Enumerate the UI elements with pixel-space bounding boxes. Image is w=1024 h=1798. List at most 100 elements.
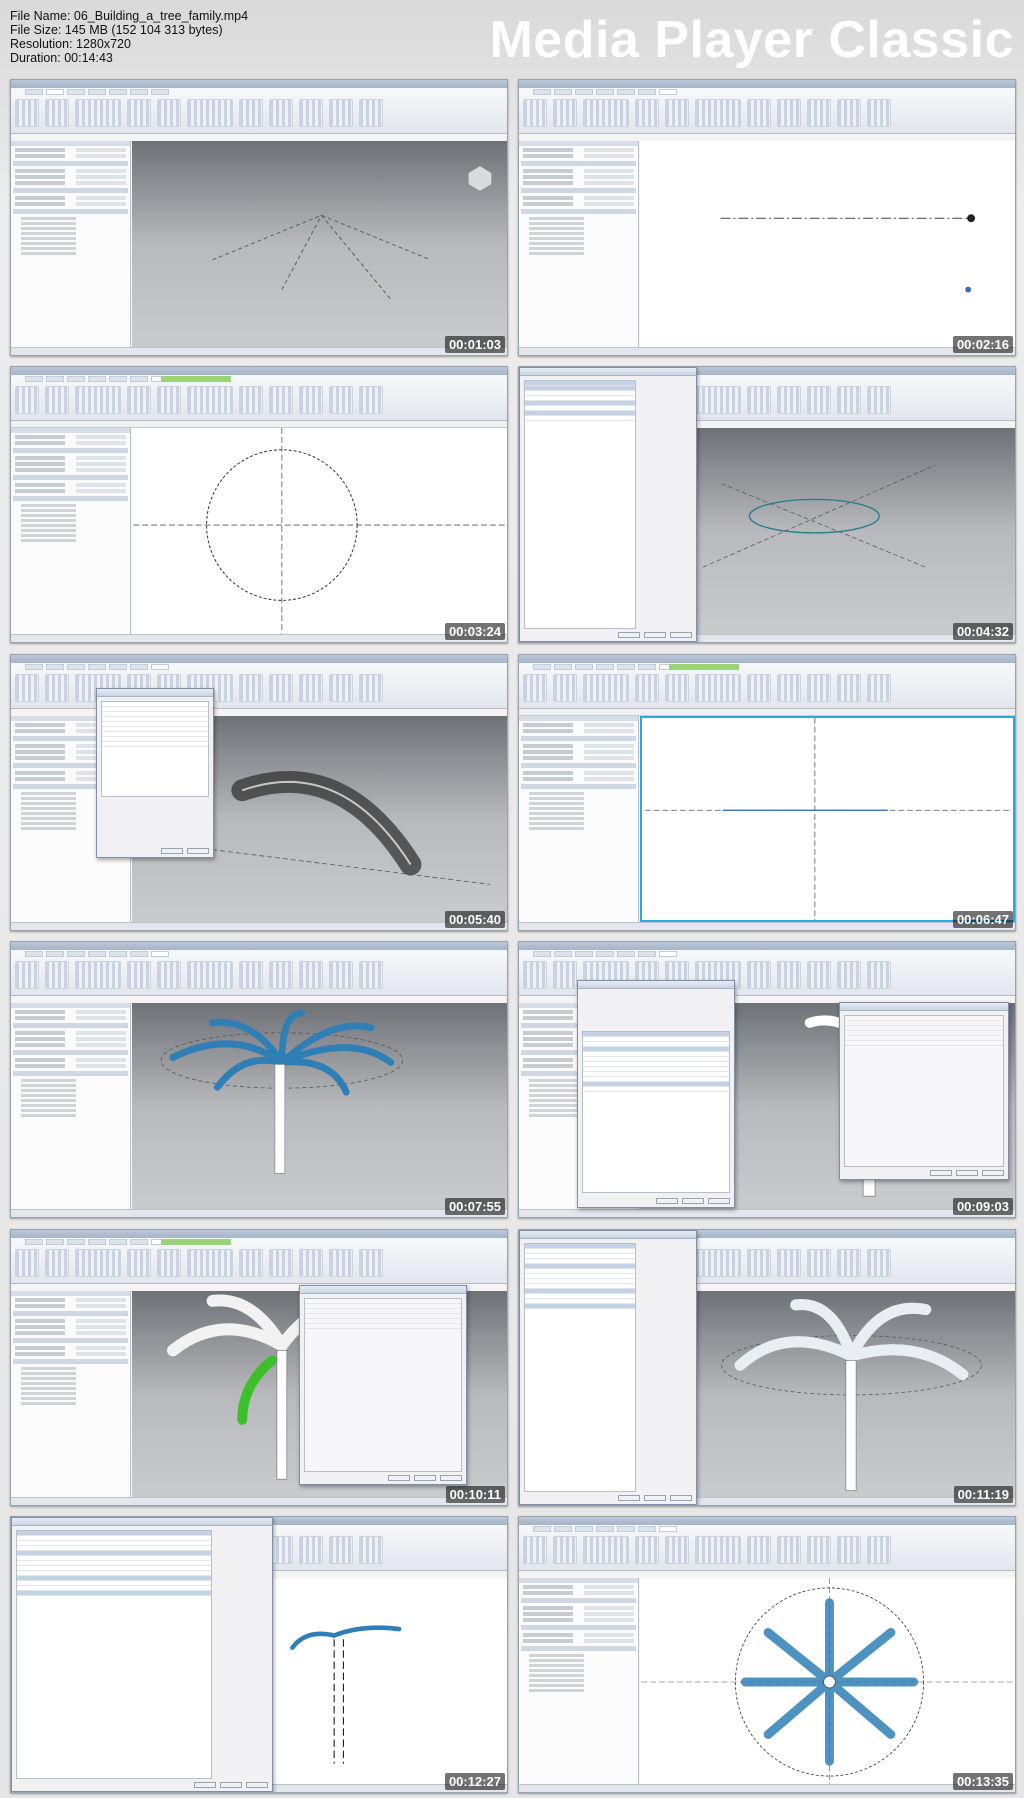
status-bar <box>519 347 1015 355</box>
timestamp: 00:13:35 <box>952 1772 1013 1790</box>
status-bar <box>11 634 507 643</box>
timestamp: 00:03:24 <box>444 623 505 641</box>
thumbnail-grid: 00:01:03 00:02:16 00:03:24 00:04:32 00:0… <box>10 79 1016 1793</box>
elevation-viewport[interactable] <box>640 141 1015 347</box>
family-types-dialog[interactable] <box>519 367 697 643</box>
3d-viewport[interactable] <box>132 1003 507 1210</box>
apply-button[interactable] <box>246 1781 268 1788</box>
properties-panel <box>11 1003 131 1210</box>
thumbnail-6[interactable]: 00:06:47 <box>518 653 1016 931</box>
status-bar <box>519 921 1015 930</box>
parameter-table <box>16 1529 212 1779</box>
reference-planes-drawing <box>212 165 493 300</box>
ok-button[interactable] <box>618 632 640 639</box>
apply-button[interactable] <box>670 1494 692 1501</box>
parameter-form[interactable] <box>304 1297 462 1472</box>
file-size-line: File Size: 145 MB (152 104 313 bytes) <box>10 23 223 37</box>
dialog-titlebar <box>840 1003 1008 1012</box>
dialog-titlebar <box>578 981 734 990</box>
ribbon <box>11 950 507 997</box>
timestamp: 00:04:32 <box>952 623 1013 641</box>
thumbnail-5[interactable]: 00:05:40 <box>10 653 508 931</box>
timestamp: 00:01:03 <box>444 336 505 353</box>
help-button[interactable] <box>982 1170 1004 1177</box>
properties-panel <box>519 1577 639 1784</box>
viewcube-icon <box>467 165 493 193</box>
status-bar <box>11 921 507 930</box>
status-bar <box>519 1209 1015 1218</box>
status-bar <box>519 1783 1015 1792</box>
thumbnail-10[interactable]: 00:11:19 <box>518 1228 1016 1506</box>
thumbnail-2[interactable]: 00:02:16 <box>518 79 1016 356</box>
properties-panel <box>11 141 131 347</box>
window-titlebar <box>11 367 507 376</box>
apply-button[interactable] <box>670 632 692 639</box>
help-button[interactable] <box>440 1474 462 1481</box>
plan-viewport[interactable] <box>640 1577 1015 1784</box>
cancel-button[interactable] <box>187 847 209 854</box>
timestamp: 00:10:11 <box>445 1485 505 1503</box>
category-list[interactable] <box>101 700 209 797</box>
3d-viewport[interactable] <box>132 141 507 347</box>
cancel-button[interactable] <box>220 1781 242 1788</box>
window-titlebar <box>11 654 507 663</box>
ribbon <box>519 1524 1015 1571</box>
ribbon <box>11 88 507 134</box>
plan-viewport[interactable] <box>132 428 507 635</box>
dialog-titlebar <box>12 1517 272 1526</box>
temporary-hide-viewport[interactable] <box>640 715 1015 922</box>
cancel-button[interactable] <box>414 1474 436 1481</box>
thumbnail-8[interactable]: 00:09:03 <box>518 941 1016 1219</box>
apply-button[interactable] <box>708 1198 730 1205</box>
timestamp: 00:06:47 <box>952 910 1013 928</box>
ok-button[interactable] <box>194 1781 216 1788</box>
thumbnail-12[interactable]: 00:13:35 <box>518 1515 1016 1793</box>
timestamp: 00:02:16 <box>952 336 1013 353</box>
parameter-properties-dialog[interactable] <box>299 1284 467 1485</box>
resolution-line: Resolution: 1280x720 <box>10 37 131 51</box>
reference-circle-drawing <box>133 428 506 635</box>
ok-button[interactable] <box>388 1474 410 1481</box>
timestamp: 00:07:55 <box>444 1198 505 1216</box>
thumbnail-4[interactable]: 00:04:32 <box>518 366 1016 644</box>
parameter-properties-dialog[interactable] <box>839 1002 1009 1181</box>
file-info-header: File Name: 06_Building_a_tree_family.mp4… <box>0 0 1024 76</box>
thumbnail-9[interactable]: 00:10:11 <box>10 1228 508 1506</box>
properties-panel <box>519 141 639 347</box>
palm-tree-drawing <box>160 1009 404 1174</box>
family-types-dialog[interactable] <box>11 1516 273 1792</box>
thumbnail-7[interactable]: 00:07:55 <box>10 941 508 1219</box>
dialog-titlebar <box>520 1230 696 1239</box>
family-category-dialog[interactable] <box>96 687 214 858</box>
window-titlebar <box>519 80 1015 88</box>
cancel-button[interactable] <box>682 1198 704 1205</box>
thumbnail-1[interactable]: 00:01:03 <box>10 79 508 356</box>
timestamp: 00:11:19 <box>953 1485 1013 1503</box>
status-bar <box>11 347 507 355</box>
window-titlebar <box>519 654 1015 663</box>
options-bar <box>11 421 507 429</box>
cancel-button[interactable] <box>644 1494 666 1501</box>
window-titlebar <box>11 1229 507 1238</box>
thumbnail-3[interactable]: 00:03:24 <box>10 366 508 644</box>
ok-button[interactable] <box>618 1494 640 1501</box>
window-titlebar <box>11 80 507 88</box>
timestamp: 00:12:27 <box>444 1772 505 1790</box>
dialog-titlebar <box>300 1285 466 1294</box>
tree-frond-icon <box>231 770 422 876</box>
ok-button[interactable] <box>930 1170 952 1177</box>
parameter-form[interactable] <box>844 1015 1004 1168</box>
type-properties-dialog[interactable] <box>577 980 735 1209</box>
ok-button[interactable] <box>656 1198 678 1205</box>
options-bar <box>519 708 1015 716</box>
window-titlebar <box>519 1516 1015 1525</box>
file-name-line: File Name: 06_Building_a_tree_family.mp4 <box>10 9 249 23</box>
timestamp: 00:05:40 <box>444 910 505 928</box>
family-types-dialog[interactable] <box>519 1229 697 1505</box>
timestamp: 00:09:03 <box>952 1198 1013 1216</box>
thumbnail-11[interactable]: 00:12:27 <box>10 1515 508 1793</box>
dialog-titlebar <box>520 368 696 377</box>
cancel-button[interactable] <box>956 1170 978 1177</box>
cancel-button[interactable] <box>644 632 666 639</box>
ok-button[interactable] <box>161 847 183 854</box>
